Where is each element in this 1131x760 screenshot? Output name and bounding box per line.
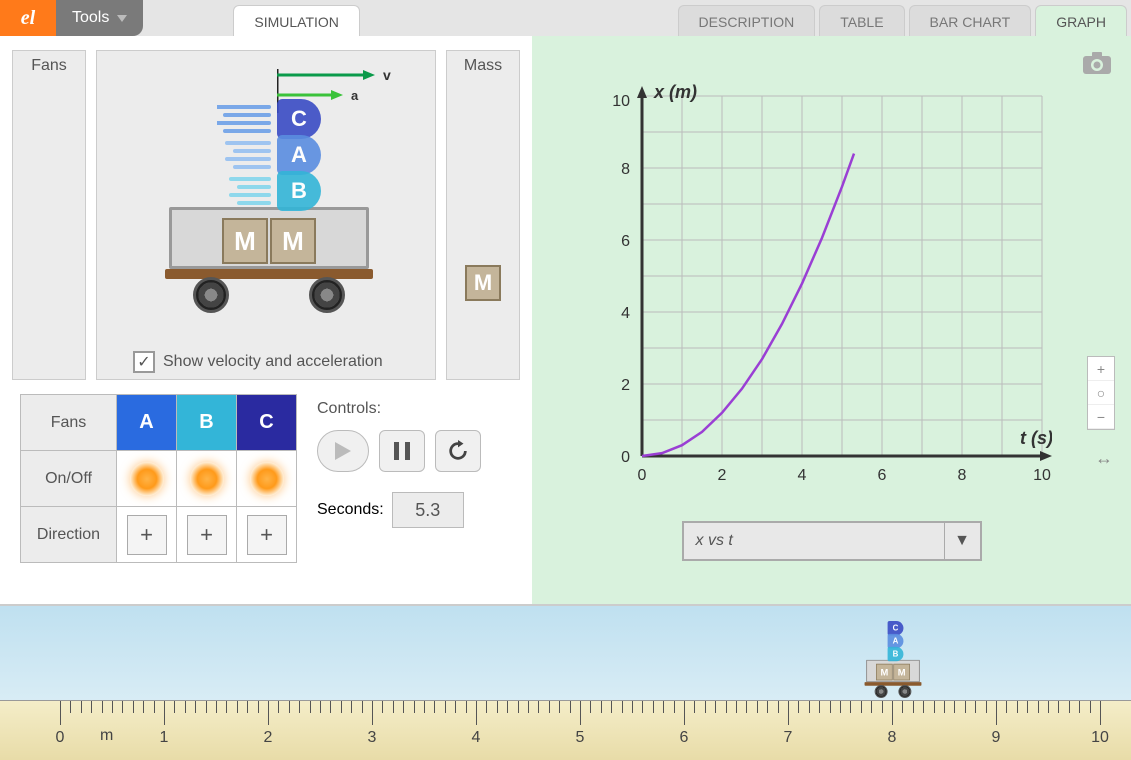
fan-b-label: B: [277, 171, 321, 211]
fans-bin-label: Fans: [31, 57, 67, 75]
zoom-out-button[interactable]: −: [1088, 405, 1114, 429]
svg-text:2: 2: [718, 467, 727, 484]
fan-table-header-fans: Fans: [21, 395, 117, 451]
svg-text:8: 8: [621, 161, 630, 178]
pause-icon: [394, 442, 410, 460]
fan-table-header-onoff: On/Off: [21, 451, 117, 507]
graph-type-selected: x vs t: [696, 532, 733, 550]
fan-a-label: A: [277, 135, 321, 175]
reset-icon: [447, 440, 469, 462]
svg-text:6: 6: [878, 467, 887, 484]
svg-text:a: a: [351, 88, 359, 103]
wheel-icon: [193, 277, 229, 313]
cart-body[interactable]: M M: [169, 207, 369, 269]
controls-label: Controls:: [317, 400, 481, 418]
wheel-icon: [309, 277, 345, 313]
fan-b[interactable]: B: [277, 171, 327, 211]
ruler-tick-label: 3: [368, 729, 377, 747]
simulation-panel: Fans v a C: [0, 36, 532, 604]
svg-text:0: 0: [638, 467, 647, 484]
svg-text:2: 2: [621, 377, 630, 394]
pause-button[interactable]: [379, 430, 425, 472]
fan-b-toggle[interactable]: [190, 462, 224, 496]
zoom-in-button[interactable]: +: [1088, 357, 1114, 381]
tab-barchart[interactable]: BAR CHART: [909, 5, 1032, 36]
ruler-tick-label: 7: [784, 729, 793, 747]
ruler-tick-label: 8: [888, 729, 897, 747]
zoom-control: + ○ −: [1087, 356, 1115, 430]
fan-c-toggle[interactable]: [250, 462, 284, 496]
svg-text:v: v: [383, 69, 391, 83]
sim-stage[interactable]: v a C A B: [96, 50, 436, 380]
reset-button[interactable]: [435, 430, 481, 472]
app-logo: el: [0, 0, 56, 36]
graph-chart: x (m) t (s) 0 2 4 6 8 10 0 2 4 6 8 10: [592, 76, 1052, 496]
fan-a-direction-button[interactable]: +: [127, 515, 167, 555]
chevron-down-icon: ▼: [954, 532, 970, 550]
mass-bin-label: Mass: [464, 57, 502, 75]
track-view: C A B MM 0 1 2 3 4 5 6 7 8 9 10 m: [0, 604, 1131, 760]
ruler: 0 1 2 3 4 5 6 7 8 9 10 m: [0, 700, 1131, 760]
ruler-tick-label: 9: [992, 729, 1001, 747]
svg-text:8: 8: [958, 467, 967, 484]
tools-label: Tools: [72, 9, 109, 27]
svg-text:10: 10: [612, 93, 630, 110]
svg-text:t (s): t (s): [1020, 428, 1052, 448]
show-velocity-accel-label: Show velocity and acceleration: [163, 353, 383, 371]
mini-cart: C A B MM: [866, 621, 921, 698]
fan-table-col-a: A: [117, 395, 177, 451]
mass-block-draggable[interactable]: M: [465, 265, 501, 301]
tab-description[interactable]: DESCRIPTION: [678, 5, 816, 36]
cart-mass-block-2: M: [270, 218, 316, 264]
fan-table-col-c: C: [237, 395, 297, 451]
fan-control-table: Fans A B C On/Off Direction + + +: [20, 394, 297, 563]
seconds-display: 5.3: [392, 492, 464, 528]
cart-mass-block-1: M: [222, 218, 268, 264]
ruler-tick-label: 5: [576, 729, 585, 747]
play-icon: [335, 442, 351, 460]
ruler-tick-label: 2: [264, 729, 273, 747]
mass-bin[interactable]: Mass M: [446, 50, 520, 380]
svg-text:6: 6: [621, 233, 630, 250]
svg-text:4: 4: [798, 467, 807, 484]
tab-graph[interactable]: GRAPH: [1035, 5, 1127, 36]
svg-text:10: 10: [1033, 467, 1051, 484]
ruler-unit-label: m: [100, 727, 113, 745]
tab-simulation[interactable]: SIMULATION: [233, 5, 360, 36]
ruler-tick-label: 4: [472, 729, 481, 747]
ruler-tick-label: 1: [160, 729, 169, 747]
play-button[interactable]: [317, 430, 369, 472]
svg-text:4: 4: [621, 305, 630, 322]
fan-table-header-direction: Direction: [21, 507, 117, 563]
show-velocity-accel-checkbox[interactable]: ✓: [133, 351, 155, 373]
fans-bin[interactable]: Fans: [12, 50, 86, 380]
pan-button[interactable]: ↔: [1095, 448, 1113, 469]
chevron-down-icon: [117, 15, 127, 22]
fan-c-label: C: [277, 99, 321, 139]
fan-c-direction-button[interactable]: +: [247, 515, 287, 555]
svg-text:0: 0: [621, 449, 630, 466]
seconds-label: Seconds:: [317, 501, 384, 519]
svg-text:x (m): x (m): [653, 82, 697, 102]
screenshot-button[interactable]: [1083, 52, 1111, 79]
fan-table-col-b: B: [177, 395, 237, 451]
fan-b-direction-button[interactable]: +: [187, 515, 227, 555]
fan-a[interactable]: A: [277, 135, 327, 175]
graph-type-dropdown[interactable]: x vs t ▼: [682, 521, 982, 561]
ruler-tick-label: 0: [56, 729, 65, 747]
tools-menu[interactable]: Tools: [56, 0, 143, 36]
fan-c[interactable]: C: [277, 99, 327, 139]
ruler-tick-label: 6: [680, 729, 689, 747]
tab-table[interactable]: TABLE: [819, 5, 904, 36]
zoom-reset-button[interactable]: ○: [1088, 381, 1114, 405]
fan-a-toggle[interactable]: [130, 462, 164, 496]
ruler-tick-label: 10: [1091, 729, 1109, 747]
graph-panel: x (m) t (s) 0 2 4 6 8 10 0 2 4 6 8 10 + …: [532, 36, 1131, 604]
